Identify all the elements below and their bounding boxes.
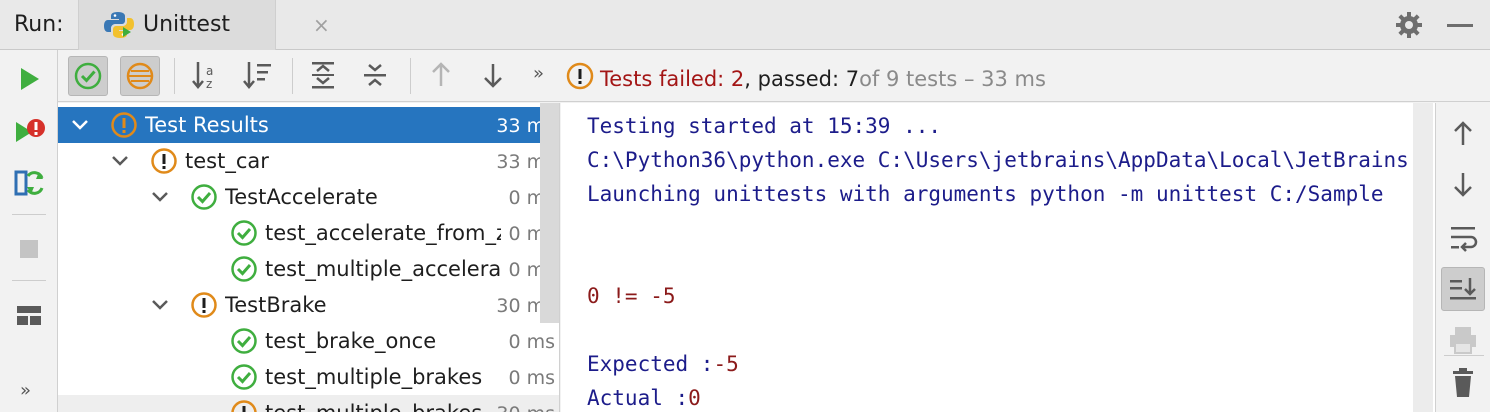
tree-row-label: test_multiple_accelerates (265, 257, 501, 281)
svg-text:a: a (206, 64, 213, 78)
close-icon[interactable]: × (313, 13, 330, 37)
sort-duration-icon[interactable] (238, 56, 278, 96)
tree-row-time: 30 ms (496, 403, 555, 412)
tree-row-label: test_multiple_brakes (265, 365, 483, 389)
warning-icon (150, 147, 178, 179)
scroll-down-icon[interactable] (1441, 163, 1485, 207)
tree-row-time: 0 ms (508, 331, 555, 353)
passed-icon (190, 183, 218, 215)
more-actions-icon[interactable]: » (533, 63, 544, 84)
passed-count: , passed: 7 (744, 66, 860, 91)
console-line: Launching unittests with arguments pytho… (587, 182, 1384, 206)
warning-icon (230, 399, 258, 412)
total-duration: of 9 tests – 33 ms (859, 66, 1046, 91)
toggle-auto-test-icon[interactable] (12, 166, 46, 200)
test-results-tree: Test Results 33 ms test_car 33 ms TestAc… (58, 103, 560, 412)
warning-icon (110, 111, 138, 143)
passed-icon (230, 327, 258, 359)
tree-row-label: TestBrake (225, 293, 327, 317)
svg-text:z: z (206, 77, 212, 91)
tree-row-test-multiple-accelerates[interactable]: test_multiple_accelerates 0 ms (58, 251, 559, 287)
tree-row-test-multiple-brakes-failed[interactable]: test_multiple_brakes 30 ms (58, 395, 559, 412)
left-toolbar: » (0, 50, 58, 412)
test-status-summary: Tests failed: 2 , passed: 7 of 9 tests –… (566, 62, 1046, 95)
passed-icon (230, 255, 258, 287)
console-line: Testing started at 15:39 ... (587, 114, 942, 138)
print-icon[interactable] (1441, 319, 1485, 363)
actual-label: Actual : (587, 386, 689, 410)
tree-row-label: Test Results (145, 113, 269, 137)
toolbar-separator (410, 58, 411, 94)
rerun-failed-icon[interactable] (12, 114, 46, 148)
chevron-down-icon[interactable] (150, 187, 170, 211)
console-output[interactable]: Testing started at 15:39 ... C:\Python36… (561, 103, 1435, 412)
expand-all-icon[interactable] (304, 56, 344, 96)
console-line: C:\Python36\python.exe C:\Users\jetbrain… (587, 148, 1409, 172)
tab-label: Unittest (143, 12, 231, 37)
tree-scrollbar[interactable] (540, 103, 559, 323)
run-label: Run: (14, 12, 64, 37)
tree-row-label: test_car (185, 149, 269, 173)
actual-value: 0 (688, 386, 701, 410)
chevron-down-icon[interactable] (70, 115, 90, 139)
toolbar-separator (12, 214, 46, 215)
tree-row-label: test_accelerate_from_zero (265, 221, 501, 245)
tree-row-test-car[interactable]: test_car 33 ms (58, 143, 559, 179)
toolbar-separator (174, 58, 175, 94)
passed-icon (230, 219, 258, 251)
tree-row-label: TestAccelerate (225, 185, 378, 209)
tree-row-test-brake-once[interactable]: test_brake_once 0 ms (58, 323, 559, 359)
toolbar-separator (12, 280, 46, 281)
tree-row-time: 0 ms (508, 367, 555, 389)
prev-failed-icon[interactable] (422, 56, 462, 96)
toolbar-separator (1444, 355, 1484, 356)
warning-icon (190, 291, 218, 323)
collapse-all-icon[interactable] (356, 56, 396, 96)
tool-window-header: Run: Unittest × (0, 0, 1490, 50)
console-line-actual: Actual :0 (587, 386, 701, 410)
chevron-down-icon[interactable] (150, 295, 170, 319)
console-scrollbar[interactable] (1413, 103, 1433, 412)
warning-icon (566, 62, 594, 95)
run-tool-window: Run: Unittest × » a z » Tests failed: 2 … (0, 0, 1490, 412)
tab-unittest[interactable]: Unittest × (78, 0, 330, 50)
failed-count: Tests failed: 2 (600, 66, 745, 91)
scroll-up-icon[interactable] (1441, 111, 1485, 155)
expected-label: Expected : (587, 352, 714, 376)
tree-row-testaccelerate[interactable]: TestAccelerate 0 ms (58, 179, 559, 215)
python-icon (103, 10, 135, 44)
gear-icon[interactable] (1394, 10, 1424, 44)
tree-row-testbrake[interactable]: TestBrake 30 ms (58, 287, 559, 323)
minimize-icon[interactable] (1447, 24, 1473, 27)
expected-value: -5 (713, 352, 739, 376)
show-ignored-icon[interactable] (120, 56, 160, 96)
more-actions-icon[interactable]: » (20, 380, 31, 401)
tree-row-test-results[interactable]: Test Results 33 ms (58, 107, 559, 143)
stop-icon[interactable] (12, 232, 46, 266)
tree-row-test-accelerate-from-zero[interactable]: test_accelerate_from_zero 0 ms (58, 215, 559, 251)
passed-icon (230, 363, 258, 395)
tree-row-test-multiple-brakes[interactable]: test_multiple_brakes 0 ms (58, 359, 559, 395)
clear-icon[interactable] (1441, 361, 1485, 405)
sort-alpha-icon[interactable]: a z (186, 56, 226, 96)
console-line-expected: Expected :-5 (587, 352, 739, 376)
next-failed-icon[interactable] (474, 56, 514, 96)
tree-row-label: test_brake_once (265, 329, 437, 353)
test-toolbar: a z » Tests failed: 2 , passed: 7 of 9 t… (58, 50, 1490, 102)
show-passed-icon[interactable] (68, 56, 108, 96)
scroll-to-end-icon[interactable] (1441, 267, 1485, 311)
console-toolbar (1435, 103, 1490, 412)
rerun-icon[interactable] (12, 62, 46, 96)
toolbar-separator (292, 58, 293, 94)
chevron-down-icon[interactable] (110, 151, 130, 175)
tree-row-label: test_multiple_brakes (265, 401, 501, 412)
layout-icon[interactable] (12, 298, 46, 332)
soft-wrap-icon[interactable] (1441, 215, 1485, 259)
console-line: 0 != -5 (587, 284, 676, 308)
